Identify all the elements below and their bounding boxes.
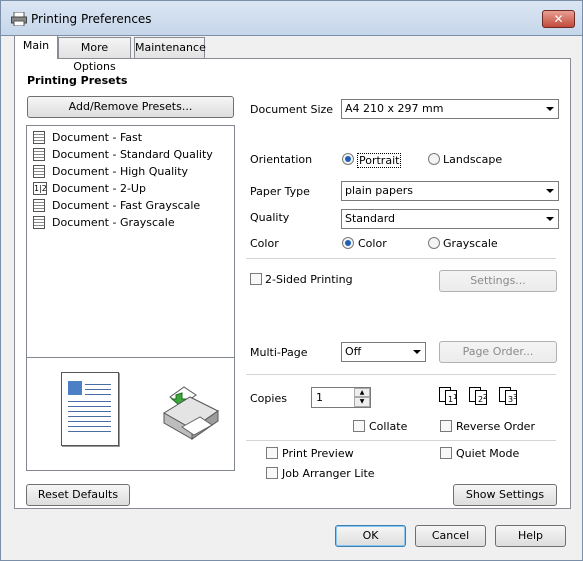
printer-illustration-icon — [163, 386, 219, 440]
copies-page-icon: 22 — [469, 387, 487, 405]
grayscale-label[interactable]: Grayscale — [443, 237, 498, 250]
document-line — [68, 411, 111, 412]
document-icon — [33, 131, 45, 144]
document-line — [68, 426, 111, 427]
copies-label: Copies — [250, 392, 287, 405]
chevron-down-icon — [413, 350, 421, 354]
document-line — [85, 389, 111, 390]
job-arranger-label[interactable]: Job Arranger Lite — [282, 467, 375, 480]
ok-button[interactable]: OK — [335, 525, 406, 547]
job-arranger-checkbox[interactable] — [266, 467, 278, 479]
two-sided-settings-button[interactable]: Settings... — [439, 270, 557, 292]
preset-item[interactable]: Document - Fast — [33, 130, 228, 146]
copy-number: 3 — [513, 393, 517, 401]
color-label: Color — [250, 237, 279, 250]
preset-item[interactable]: 1|2 Document - 2-Up — [33, 181, 228, 197]
preset-item[interactable]: Document - Grayscale — [33, 215, 228, 231]
tab-main[interactable]: Main — [14, 35, 58, 59]
portrait-label[interactable]: Portrait — [357, 153, 402, 168]
document-line — [68, 416, 111, 417]
chevron-down-icon — [546, 217, 554, 221]
color-option-label[interactable]: Color — [358, 237, 387, 250]
quiet-mode-checkbox[interactable] — [440, 447, 452, 459]
landscape-label[interactable]: Landscape — [443, 153, 502, 166]
paper-type-select[interactable]: plain papers — [341, 181, 559, 201]
collate-checkbox[interactable] — [353, 420, 365, 432]
document-line — [85, 384, 111, 385]
document-size-label: Document Size — [250, 103, 334, 116]
two-up-icon: 1|2 — [33, 182, 47, 195]
printer-icon — [11, 12, 27, 26]
add-remove-presets-button[interactable]: Add/Remove Presets... — [27, 96, 234, 118]
window-title: Printing Preferences — [31, 12, 152, 26]
show-settings-button[interactable]: Show Settings — [453, 484, 557, 506]
preset-item[interactable]: Document - High Quality — [33, 164, 228, 180]
multi-page-select[interactable]: Off — [341, 342, 426, 362]
paper-type-label: Paper Type — [250, 185, 310, 198]
printing-presets-heading: Printing Presets — [27, 74, 128, 87]
cancel-button[interactable]: Cancel — [415, 525, 486, 547]
landscape-radio[interactable] — [428, 153, 440, 165]
quiet-mode-label[interactable]: Quiet Mode — [456, 447, 519, 460]
document-header-block — [68, 381, 82, 395]
copy-number: 2 — [483, 393, 487, 401]
reset-defaults-button[interactable]: Reset Defaults — [26, 484, 130, 506]
document-line — [68, 421, 111, 422]
document-icon — [33, 165, 45, 178]
divider — [246, 374, 556, 375]
document-icon — [33, 148, 45, 161]
help-button[interactable]: Help — [495, 525, 566, 547]
print-preview-checkbox[interactable] — [266, 447, 278, 459]
preset-item[interactable]: Document - Standard Quality — [33, 147, 228, 163]
copy-number: 1 — [453, 393, 457, 401]
document-line — [68, 406, 111, 407]
close-button[interactable]: ✕ — [542, 10, 575, 28]
tab-maintenance[interactable]: Maintenance — [134, 37, 206, 58]
title-bar: Printing Preferences ✕ — [0, 0, 583, 36]
document-size-select[interactable]: A4 210 x 297 mm — [341, 99, 559, 119]
page-order-button[interactable]: Page Order... — [439, 341, 557, 363]
preset-list[interactable]: Document - Fast Document - Standard Qual… — [26, 125, 235, 358]
document-icon — [33, 199, 45, 212]
reverse-order-checkbox[interactable] — [440, 420, 452, 432]
print-preview-label[interactable]: Print Preview — [282, 447, 354, 460]
collate-label[interactable]: Collate — [369, 420, 407, 433]
copies-page-icon: 11 — [439, 387, 457, 405]
multi-page-label: Multi-Page — [250, 346, 308, 359]
chevron-down-icon — [546, 189, 554, 193]
quality-select[interactable]: Standard — [341, 209, 559, 229]
quality-label: Quality — [250, 211, 290, 224]
document-line — [68, 431, 111, 432]
divider — [246, 258, 556, 259]
spin-down-icon[interactable]: ▼ — [354, 397, 370, 407]
orientation-label: Orientation — [250, 153, 313, 166]
document-icon — [33, 216, 45, 229]
chevron-down-icon — [546, 107, 554, 111]
document-line — [85, 394, 111, 395]
spin-up-icon[interactable]: ▲ — [354, 388, 370, 397]
color-radio[interactable] — [342, 237, 354, 249]
document-line — [68, 401, 111, 402]
grayscale-radio[interactable] — [428, 237, 440, 249]
divider — [246, 440, 556, 441]
preset-item[interactable]: Document - Fast Grayscale — [33, 198, 228, 214]
reverse-order-label[interactable]: Reverse Order — [456, 420, 535, 433]
tab-more-options[interactable]: More Options — [58, 37, 131, 73]
two-sided-label[interactable]: 2-Sided Printing — [265, 273, 353, 286]
portrait-radio[interactable] — [342, 153, 354, 165]
two-sided-checkbox[interactable] — [250, 273, 262, 285]
copies-page-icon: 33 — [499, 387, 517, 405]
